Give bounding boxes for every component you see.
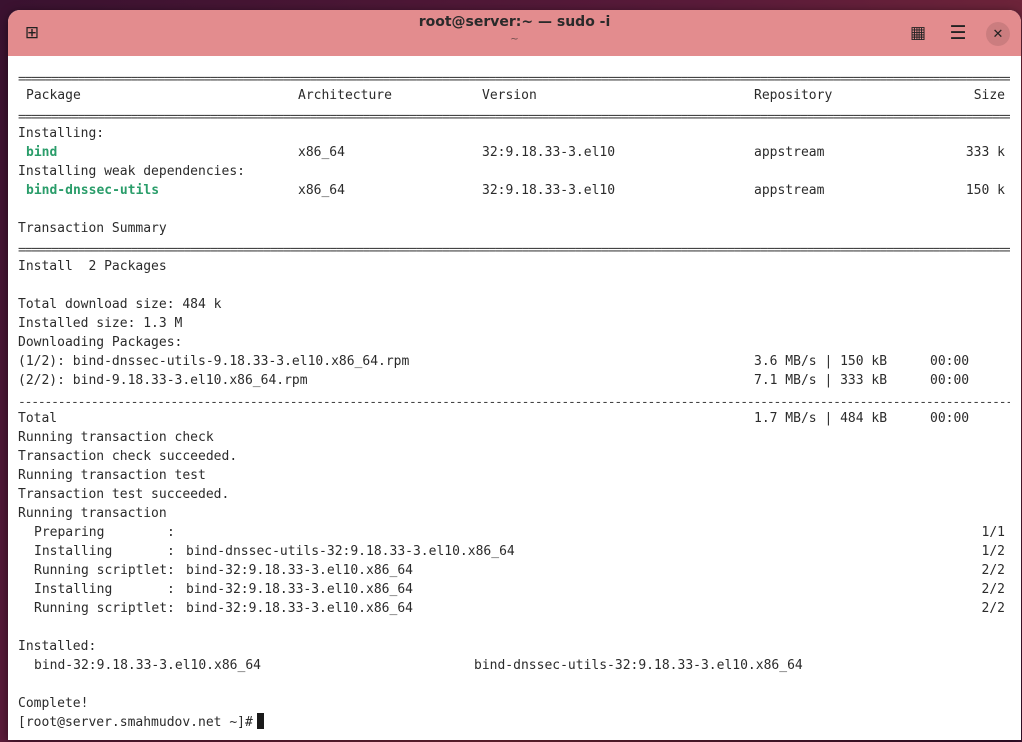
header-repository: Repository xyxy=(754,88,833,103)
step-action: Installing : xyxy=(34,544,175,559)
header-architecture: Architecture xyxy=(298,88,392,103)
download-rate: 3.6 MB/s | 150 kB xyxy=(754,354,888,369)
separator-line: ========================================… xyxy=(18,238,1013,257)
download-file: (2/2): bind-9.18.33-3.el10.x86_64.rpm xyxy=(18,373,308,388)
hamburger-menu-icon: ☰ xyxy=(949,22,967,44)
step-item: bind-32:9.18.33-3.el10.x86_64 xyxy=(186,601,413,616)
terminal-cursor xyxy=(256,713,264,729)
summary-title: Transaction Summary xyxy=(18,221,167,236)
download-file: (1/2): bind-dnssec-utils-9.18.33-3.el10.… xyxy=(18,354,410,369)
package-version: 32:9.18.33-3.el10 xyxy=(482,183,616,198)
package-size: 333 k xyxy=(965,145,1005,160)
step-item: bind-32:9.18.33-3.el10.x86_64 xyxy=(186,582,413,597)
installed-item: bind-dnssec-utils-32:9.18.33-3.el10.x86_… xyxy=(474,658,803,673)
transaction-line: Transaction check succeeded. xyxy=(18,449,238,464)
close-button[interactable]: ✕ xyxy=(986,22,1010,46)
separator-line: ========================================… xyxy=(18,105,1013,124)
download-time: 00:00 xyxy=(930,373,970,388)
installed-size: Installed size: 1.3 M xyxy=(18,316,183,331)
downloading-label: Downloading Packages: xyxy=(18,335,183,350)
install-count: Install 2 Packages xyxy=(18,259,167,274)
step-row: Preparing : 1/1 xyxy=(18,523,1013,542)
installed-row: bind-32:9.18.33-3.el10.x86_64 bind-dnsse… xyxy=(18,656,1013,675)
package-size: 150 k xyxy=(965,183,1005,198)
total-row: Total 1.7 MB/s | 484 kB 00:00 xyxy=(18,409,1013,428)
header-version: Version xyxy=(482,88,537,103)
installed-item: bind-32:9.18.33-3.el10.x86_64 xyxy=(34,658,261,673)
step-action: Running scriptlet: xyxy=(34,601,175,616)
package-repo: appstream xyxy=(754,145,825,160)
double-separator: ========================================… xyxy=(18,243,1010,254)
installed-label: Installed: xyxy=(18,639,97,654)
header-size: Size xyxy=(973,88,1005,103)
step-action: Preparing : xyxy=(34,525,175,540)
window-title: root@server:~ — sudo -i xyxy=(418,14,611,30)
transaction-line: Running transaction check xyxy=(18,430,214,445)
transaction-line: Running transaction xyxy=(18,506,167,521)
single-separator: ----------------------------------------… xyxy=(18,395,1010,406)
transaction-line: Running transaction test xyxy=(18,468,206,483)
step-row: Running scriptlet: bind-32:9.18.33-3.el1… xyxy=(18,599,1013,618)
total-time: 00:00 xyxy=(930,411,970,426)
step-action: Installing : xyxy=(34,582,175,597)
close-icon: ✕ xyxy=(992,26,1004,42)
table-row: bind x86_64 32:9.18.33-3.el10 appstream … xyxy=(18,143,1013,162)
step-count: 2/2 xyxy=(981,582,1005,597)
step-item: bind-dnssec-utils-32:9.18.33-3.el10.x86_… xyxy=(186,544,515,559)
window-subtitle: ~ xyxy=(510,34,519,45)
download-rate: 7.1 MB/s | 333 kB xyxy=(754,373,888,388)
shell-prompt: [root@server.smahmudov.net ~]# xyxy=(18,715,253,730)
weak-deps-label: Installing weak dependencies: xyxy=(18,164,245,179)
download-row: (2/2): bind-9.18.33-3.el10.x86_64.rpm 7.… xyxy=(18,371,1013,390)
total-rate: 1.7 MB/s | 484 kB xyxy=(754,411,888,426)
step-row: Installing : bind-dnssec-utils-32:9.18.3… xyxy=(18,542,1013,561)
package-name: bind xyxy=(26,145,58,160)
step-item: bind-32:9.18.33-3.el10.x86_64 xyxy=(186,563,413,578)
package-version: 32:9.18.33-3.el10 xyxy=(482,145,616,160)
tab-overview-button[interactable]: ▦ xyxy=(904,19,932,47)
step-row: Running scriptlet: bind-32:9.18.33-3.el1… xyxy=(18,561,1013,580)
double-separator: ========================================… xyxy=(18,72,1010,83)
transaction-line: Transaction test succeeded. xyxy=(18,487,230,502)
download-time: 00:00 xyxy=(930,354,970,369)
grid-icon: ▦ xyxy=(909,23,927,43)
title-bar: ⊞ root@server:~ — sudo -i ~ ▦ ☰ ✕ xyxy=(8,10,1021,56)
step-row: Installing : bind-32:9.18.33-3.el10.x86_… xyxy=(18,580,1013,599)
package-repo: appstream xyxy=(754,183,825,198)
terminal-window: ⊞ root@server:~ — sudo -i ~ ▦ ☰ ✕ ======… xyxy=(8,10,1021,740)
installing-label: Installing: xyxy=(18,126,105,141)
total-download-size: Total download size: 484 k xyxy=(18,297,222,312)
step-count: 1/2 xyxy=(981,544,1005,559)
package-arch: x86_64 xyxy=(298,183,345,198)
terminal-output[interactable]: ========================================… xyxy=(18,67,1013,732)
prompt-line[interactable]: [root@server.smahmudov.net ~]# xyxy=(18,713,1013,732)
main-menu-button[interactable]: ☰ xyxy=(944,19,972,47)
separator-line: ========================================… xyxy=(18,67,1013,86)
step-count: 2/2 xyxy=(981,601,1005,616)
complete-message: Complete! xyxy=(18,696,89,711)
step-action: Running scriptlet: xyxy=(34,563,175,578)
package-name: bind-dnssec-utils xyxy=(26,183,160,198)
double-separator: ========================================… xyxy=(18,110,1010,121)
header-package: Package xyxy=(26,88,81,103)
total-label: Total xyxy=(18,411,58,426)
table-header-row: Package Architecture Version Repository … xyxy=(18,86,1013,105)
step-count: 2/2 xyxy=(981,563,1005,578)
step-count: 1/1 xyxy=(981,525,1005,540)
download-row: (1/2): bind-dnssec-utils-9.18.33-3.el10.… xyxy=(18,352,1013,371)
package-arch: x86_64 xyxy=(298,145,345,160)
table-row: bind-dnssec-utils x86_64 32:9.18.33-3.el… xyxy=(18,181,1013,200)
separator-line: ----------------------------------------… xyxy=(18,390,1013,409)
